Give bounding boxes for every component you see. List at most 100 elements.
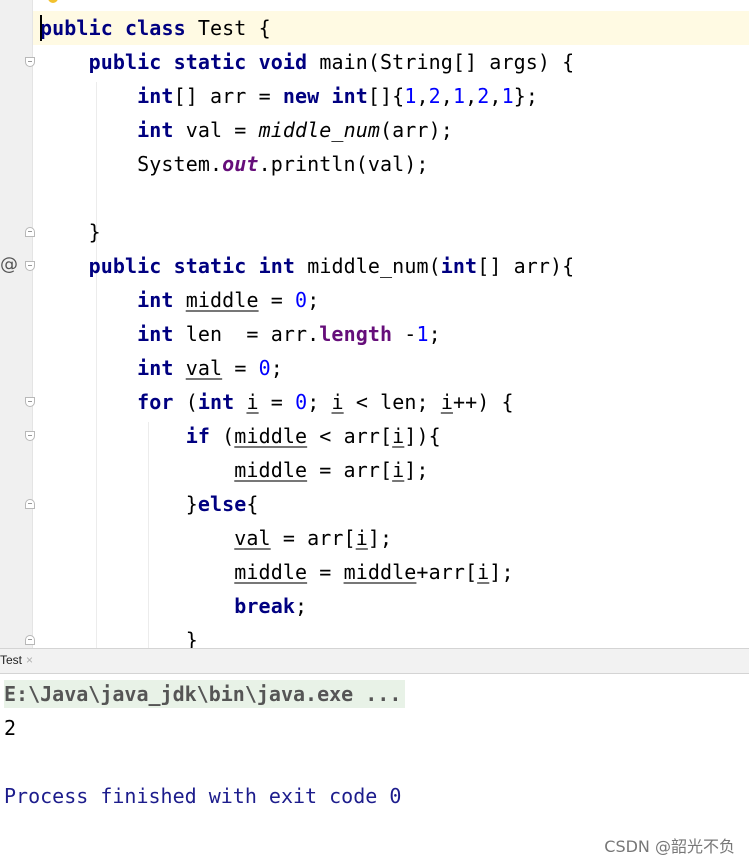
lightbulb-icon[interactable] bbox=[48, 0, 58, 3]
code-token: ]; bbox=[404, 458, 429, 482]
code-line[interactable]: int middle = 0; bbox=[40, 283, 319, 317]
code-token: public bbox=[88, 50, 162, 74]
code-token: new bbox=[282, 84, 320, 108]
code-token: public bbox=[40, 16, 113, 40]
code-token: i bbox=[392, 458, 405, 482]
code-token: [] arr){ bbox=[477, 254, 575, 278]
code-token: ]; bbox=[367, 526, 393, 550]
code-token: - bbox=[392, 322, 417, 346]
code-token: = bbox=[222, 356, 259, 380]
code-token: 0 bbox=[258, 356, 271, 380]
code-line[interactable]: int len = arr.length -1; bbox=[40, 317, 441, 351]
code-line[interactable]: middle = arr[i]; bbox=[40, 453, 429, 487]
code-token: main(String[] args) { bbox=[307, 50, 575, 74]
code-line[interactable]: System.out.println(val); bbox=[40, 147, 429, 181]
close-icon[interactable]: × bbox=[26, 653, 33, 667]
run-tab-test[interactable]: Test × bbox=[0, 653, 33, 667]
code-line[interactable]: int val = 0; bbox=[40, 351, 283, 385]
code-token: val = bbox=[173, 118, 259, 142]
code-token: ; bbox=[307, 390, 332, 414]
code-line[interactable]: public static void main(String[] args) { bbox=[40, 45, 575, 79]
code-token: (arr); bbox=[380, 118, 453, 142]
fold-main-open-icon[interactable] bbox=[25, 57, 35, 67]
code-token: for bbox=[137, 390, 174, 414]
code-token: = bbox=[307, 560, 344, 584]
code-token: ; bbox=[270, 356, 283, 380]
code-token: ; bbox=[294, 594, 308, 618]
code-editor[interactable]: @ public class Test { public static void… bbox=[0, 0, 749, 648]
code-line[interactable]: middle = middle+arr[i]; bbox=[40, 555, 514, 589]
code-token: 1 bbox=[404, 84, 417, 108]
code-line[interactable]: public class Test { bbox=[40, 11, 271, 45]
editor-gutter bbox=[0, 0, 33, 648]
code-line[interactable]: break; bbox=[40, 589, 307, 623]
code-token: else bbox=[197, 492, 247, 516]
fold-method-open-icon[interactable] bbox=[25, 261, 35, 271]
code-token: i bbox=[440, 390, 453, 414]
code-line[interactable]: int val = middle_num(arr); bbox=[40, 113, 453, 147]
code-token: , bbox=[489, 84, 502, 108]
fold-if-open-icon[interactable] bbox=[25, 431, 35, 441]
code-token: int bbox=[137, 118, 174, 142]
text-caret bbox=[40, 15, 42, 41]
code-token: = arr[ bbox=[270, 526, 356, 550]
fold-else-close-icon[interactable] bbox=[25, 635, 35, 645]
fold-main-close-icon[interactable] bbox=[25, 227, 35, 237]
code-token: length bbox=[319, 322, 393, 346]
code-token: }; bbox=[513, 84, 539, 108]
code-line[interactable]: } bbox=[40, 215, 101, 249]
code-line[interactable]: public static int middle_num(int[] arr){ bbox=[40, 249, 575, 283]
code-token: int bbox=[331, 84, 368, 108]
code-token: [] arr = bbox=[173, 84, 283, 108]
code-token: []{ bbox=[367, 84, 405, 108]
code-line[interactable]: if (middle < arr[i]){ bbox=[40, 419, 441, 453]
code-token: middle_num( bbox=[295, 254, 441, 278]
code-token: 2 bbox=[428, 84, 441, 108]
run-tab-bar: Test × bbox=[0, 648, 749, 674]
code-token: ; bbox=[428, 322, 441, 346]
override-marker-icon[interactable]: @ bbox=[0, 254, 18, 275]
code-token: = bbox=[258, 390, 296, 414]
console-output: 2 bbox=[4, 716, 17, 740]
code-line[interactable]: val = arr[i]; bbox=[40, 521, 392, 555]
code-token: val bbox=[234, 526, 271, 550]
code-token: } bbox=[40, 220, 101, 244]
code-line[interactable]: } bbox=[40, 623, 198, 648]
code-token: +arr[ bbox=[416, 560, 478, 584]
code-token: ]){ bbox=[404, 424, 441, 448]
code-token: .println(val); bbox=[258, 152, 429, 176]
code-token: int bbox=[137, 322, 174, 346]
code-token: ( bbox=[173, 390, 198, 414]
code-token: System. bbox=[40, 152, 223, 176]
code-token: int bbox=[440, 254, 478, 278]
code-token: int bbox=[137, 288, 174, 312]
code-token: { bbox=[246, 492, 259, 516]
code-token: out bbox=[222, 152, 259, 176]
code-token: 1 bbox=[452, 84, 466, 108]
fold-if-close-icon[interactable] bbox=[25, 499, 35, 509]
console-command-line[interactable]: E:\Java\java_jdk\bin\java.exe ... bbox=[4, 680, 406, 708]
code-line[interactable]: for (int i = 0; i < len; i++) { bbox=[40, 385, 514, 419]
fold-for-open-icon[interactable] bbox=[25, 397, 35, 407]
run-tab-label: Test bbox=[0, 653, 23, 667]
code-token: middle bbox=[343, 560, 417, 584]
code-token: 2 bbox=[477, 84, 490, 108]
code-token: middle bbox=[185, 288, 259, 312]
code-line[interactable]: }else{ bbox=[40, 487, 259, 521]
code-token: < arr[ bbox=[307, 424, 393, 448]
code-token: static bbox=[173, 254, 247, 278]
code-token: 1 bbox=[416, 322, 429, 346]
code-token: middle bbox=[234, 458, 308, 482]
code-line[interactable]: int[] arr = new int[]{1,2,1,2,1}; bbox=[40, 79, 538, 113]
code-token: ++) { bbox=[452, 390, 514, 414]
